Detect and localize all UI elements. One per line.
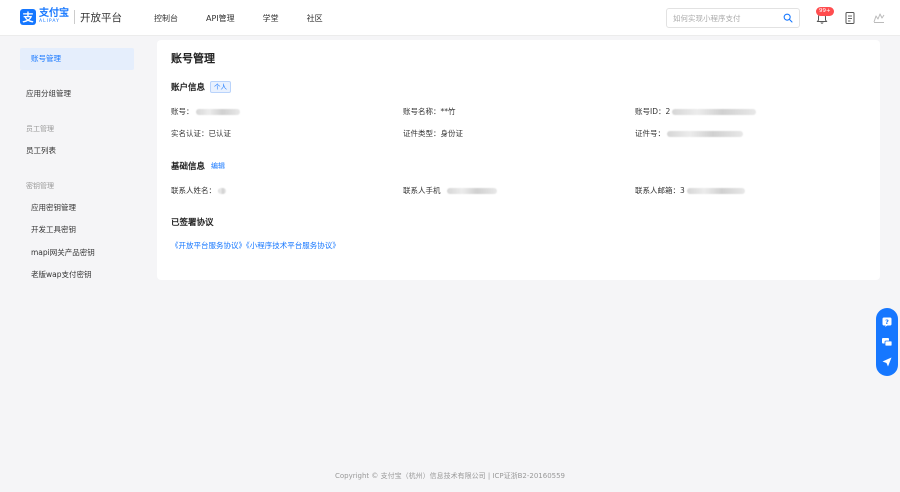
account-name-label: 账号名称： [403,107,441,116]
agreement-miniprogram-link[interactable]: 《小程序技术平台服务协议》 [246,241,340,250]
contact-phone-masked [446,187,497,194]
contact-phone-field: 联系人手机 [403,185,497,196]
basic-info-title: 基础信息 [171,162,206,172]
account-value-masked [195,108,240,115]
contact-email-field: 联系人邮箱： 3 [635,185,745,196]
platform-title: 开放平台 [80,11,122,24]
account-info-heading: 账户信息 个人 [171,81,232,93]
sidebar-item-app-group-management[interactable]: 应用分组管理 [20,83,134,105]
cert-type-field: 证件类型： 身份证 [403,128,463,139]
account-id-field: 账号ID： 2 [635,106,757,117]
top-nav: 控制台 API管理 学堂 社区 [154,0,351,36]
account-info-title: 账户信息 [171,83,206,93]
contact-email-label: 联系人邮箱： [635,186,680,195]
account-name-field: 账号名称： **竹 [403,106,456,117]
cert-type-value: 身份证 [440,129,464,138]
help-icon[interactable]: ? [881,316,893,328]
search-icon[interactable] [783,13,793,23]
alipay-logo[interactable]: 支 支付宝 ALIPAY 开放平台 [20,9,122,25]
svg-text:?: ? [885,318,889,326]
search-input[interactable] [673,13,783,23]
sidebar-item-staff-list[interactable]: 员工列表 [20,140,134,162]
sidebar-item-mapi-keys[interactable]: mapi网关产品密钥 [20,242,134,264]
alipay-logo-icon: 支 [20,9,36,25]
cert-no-label: 证件号： [635,129,665,138]
realname-value: 已认证 [208,129,232,138]
edit-basic-info-link[interactable]: 编辑 [211,161,225,171]
account-id-masked [672,108,757,115]
account-name-value: **竹 [440,107,456,116]
cert-no-field: 证件号： [635,128,743,139]
footer-copyright: Copyright © 支付宝（杭州）信息技术有限公司 | ICP证浙B2-20… [334,472,566,480]
user-avatar-icon[interactable] [872,11,886,25]
contact-name-field: 联系人姓名： [171,185,226,196]
cert-type-label: 证件类型： [403,129,441,138]
sidebar-item-account-management[interactable]: 账号管理 [20,48,134,70]
feedback-send-icon[interactable] [881,356,893,368]
nav-console[interactable]: 控制台 [154,13,178,24]
contact-name-label: 联系人姓名： [171,186,216,195]
nav-api-management[interactable]: API管理 [206,13,235,24]
realname-label: 实名认证： [171,129,209,138]
logo-wordmark: 支付宝 ALIPAY [39,9,69,25]
agreements-heading: 已签署协议 [171,216,214,228]
sidebar-item-app-keys[interactable]: 应用密钥管理 [20,197,134,219]
account-id-prefix: 2 [665,107,671,116]
chat-icon[interactable] [881,336,893,348]
floating-toolbar: ? [876,308,898,376]
basic-info-heading: 基础信息 编辑 [171,160,225,172]
document-icon[interactable] [843,11,857,25]
realname-field: 实名认证： 已认证 [171,128,231,139]
contact-name-masked [218,187,226,194]
contact-email-prefix: 3 [680,186,685,195]
account-type-tag: 个人 [210,81,232,93]
sidebar-group-staff: 员工管理 [26,125,54,133]
agreements-list: 《开放平台服务协议》《小程序技术平台服务协议》 [171,240,340,251]
account-label: 账号： [171,107,194,116]
sidebar-item-devtool-keys[interactable]: 开发工具密钥 [20,219,134,241]
nav-academy[interactable]: 学堂 [263,13,279,24]
account-field: 账号： [171,106,240,117]
contact-email-masked [686,187,745,194]
contact-phone-label: 联系人手机 [403,186,441,195]
cert-no-masked [667,130,743,137]
page-title: 账号管理 [171,52,215,65]
logo-en-text: ALIPAY [39,19,60,25]
logo-divider [74,10,75,24]
account-id-label: 账号ID： [635,107,666,116]
agreements-title: 已签署协议 [171,218,214,228]
nav-community[interactable]: 社区 [307,13,323,24]
notification-badge: 99+ [816,7,834,16]
sidebar-item-wap-keys[interactable]: 老版wap支付密钥 [20,264,134,286]
logo-cn-text: 支付宝 [39,8,69,20]
agreement-open-platform-link[interactable]: 《开放平台服务协议》 [171,241,246,250]
search-box [666,8,800,28]
sidebar-group-keys: 密钥管理 [26,182,54,190]
top-header: 支 支付宝 ALIPAY 开放平台 控制台 API管理 学堂 社区 99+ [0,0,900,36]
account-card: 账号管理 账户信息 个人 账号： 账号名称： **竹 账号ID： 2 实名认证：… [157,40,880,280]
